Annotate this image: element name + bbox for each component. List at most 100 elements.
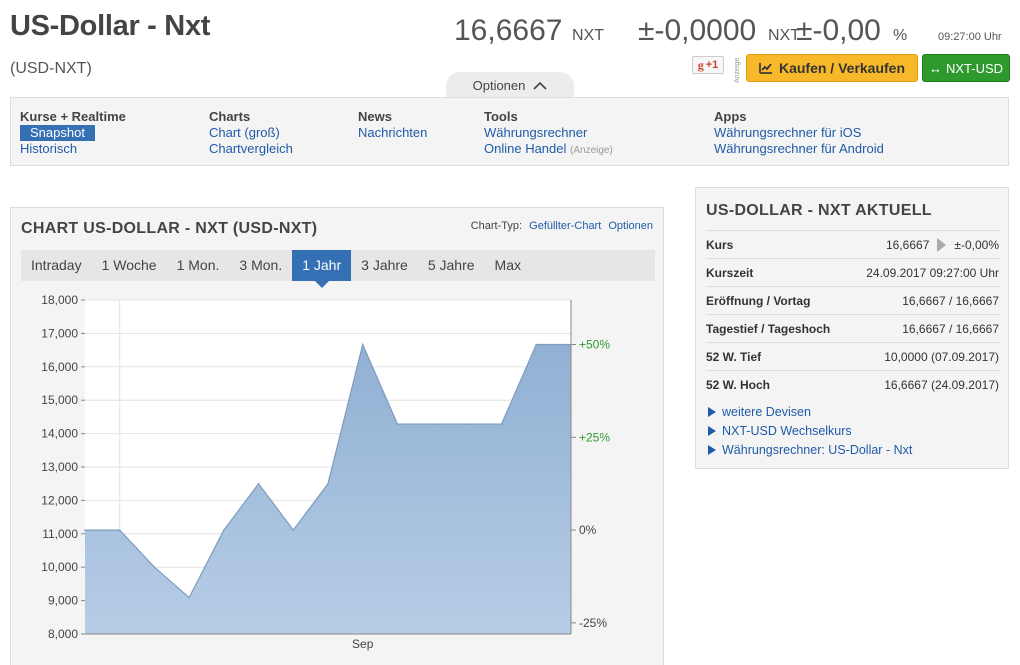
price-change: ±-0,0000 xyxy=(638,14,757,47)
google-plus-icon: g xyxy=(697,57,704,72)
buy-sell-label: Kaufen / Verkaufen xyxy=(778,60,906,76)
quote-value: 16,6667 (24.09.2017) xyxy=(884,377,999,392)
y-tick-label: 16,000 xyxy=(41,360,78,374)
right-tick-label: +25% xyxy=(579,430,610,444)
options-toggle[interactable]: Optionen xyxy=(446,72,574,98)
data-point xyxy=(361,343,364,346)
chart-type-link[interactable]: Gefüllter-Chart xyxy=(529,220,601,232)
link-wechselkurs[interactable]: NXT-USD Wechselkurs xyxy=(708,424,852,438)
right-tick-label: -25% xyxy=(579,616,607,630)
invert-pair-button[interactable]: ↔ NXT-USD xyxy=(922,54,1010,82)
y-tick-label: 9,000 xyxy=(48,594,78,608)
y-tick-label: 10,000 xyxy=(41,560,78,574)
right-tick-label: 0% xyxy=(579,523,597,537)
y-tick-label: 11,000 xyxy=(42,527,78,541)
chevron-up-icon xyxy=(533,81,547,90)
data-point xyxy=(327,482,329,485)
triangle-right-icon xyxy=(708,407,716,417)
x-tick-label: Sep xyxy=(352,637,374,651)
nav-column-apps: Apps Währungsrechner für iOS Währungsrec… xyxy=(714,109,884,157)
quote-row-52w-tief: 52 W. Tief 10,0000 (07.09.2017) xyxy=(706,342,999,370)
nav-heading-tools: Tools xyxy=(484,109,518,124)
data-point xyxy=(118,529,121,531)
range-tab-1-monat[interactable]: 1 Mon. xyxy=(167,250,230,281)
nav-heading-kurse: Kurse + Realtime xyxy=(20,109,126,124)
neutral-arrow-icon xyxy=(937,237,947,252)
quote-panel: US-DOLLAR - NXT AKTUELL Kurs 16,6667 ±-0… xyxy=(695,187,1009,469)
data-point xyxy=(535,343,538,346)
range-tab-3-monate[interactable]: 3 Mon. xyxy=(229,250,292,281)
chart-range-tabs: Intraday 1 Woche 1 Mon. 3 Mon. 1 Jahr 3 … xyxy=(21,250,655,288)
nav-heading-news: News xyxy=(358,109,392,124)
chart-panel: CHART US-DOLLAR - NXT (USD-NXT) Chart-Ty… xyxy=(10,207,664,665)
chart-trend-icon xyxy=(759,63,772,74)
range-tab-intraday[interactable]: Intraday xyxy=(21,250,92,281)
link-label: NXT-USD Wechselkurs xyxy=(722,424,852,438)
price-chart[interactable]: 8,000 9,000 10,000 11,000 12,000 13,000 14,000… xyxy=(11,290,663,665)
right-tick-label: +50% xyxy=(579,338,610,352)
quote-row-kurs: Kurs 16,6667 ±-0,00% xyxy=(706,230,999,258)
range-tab-3-jahre[interactable]: 3 Jahre xyxy=(351,250,418,281)
quote-row-52w-hoch: 52 W. Hoch 16,6667 (24.09.2017) xyxy=(706,370,999,398)
y-tick-label: 14,000 xyxy=(41,427,78,441)
page-title: US-Dollar - Nxt xyxy=(10,10,211,42)
symbol-label: (USD-NXT) xyxy=(10,60,92,77)
quote-time: 09:27:00 Uhr xyxy=(938,31,1002,43)
y-tick-label: 13,000 xyxy=(41,460,78,474)
nav-link-online-handel[interactable]: Online Handel xyxy=(484,141,566,156)
nav-column-news: News Nachrichten xyxy=(358,109,427,141)
range-tab-1-jahr[interactable]: 1 Jahr xyxy=(292,250,352,288)
nav-link-snapshot[interactable]: Snapshot xyxy=(20,125,95,141)
data-point xyxy=(396,423,399,425)
nav-heading-apps: Apps xyxy=(714,109,747,124)
chart-type-selector: Chart-Typ: Gefüllter-Chart Optionen xyxy=(471,220,653,232)
data-point xyxy=(223,529,225,531)
invert-pair-label: NXT-USD xyxy=(945,60,1004,76)
link-label: Währungsrechner: US-Dollar - Nxt xyxy=(722,443,913,457)
link-weitere-devisen[interactable]: weitere Devisen xyxy=(708,405,811,419)
range-tab-5-jahre[interactable]: 5 Jahre xyxy=(418,250,485,281)
quote-change: ±-0,00% xyxy=(954,237,999,252)
options-label: Optionen xyxy=(472,77,526,93)
nav-link-app-ios[interactable]: Währungsrechner für iOS xyxy=(714,125,884,141)
y-tick-label: 18,000 xyxy=(41,293,78,307)
quote-row-kurszeit: Kurszeit 24.09.2017 09:27:00 Uhr xyxy=(706,258,999,286)
ad-label: Anzeige xyxy=(734,57,741,83)
y-tick-label: 15,000 xyxy=(41,393,78,407)
triangle-right-icon xyxy=(708,445,716,455)
data-point xyxy=(257,482,260,485)
quote-value: 24.09.2017 09:27:00 Uhr xyxy=(866,265,999,280)
range-tab-max[interactable]: Max xyxy=(485,250,531,281)
nav-link-app-android[interactable]: Währungsrechner für Android xyxy=(714,141,884,157)
quote-label: Kurszeit xyxy=(706,265,754,280)
nav-link-chart-gross[interactable]: Chart (groß) xyxy=(209,125,293,141)
buy-sell-button[interactable]: Kaufen / Verkaufen xyxy=(746,54,918,82)
nav-link-waehrungsrechner[interactable]: Währungsrechner xyxy=(484,125,613,141)
price-unit: NXT xyxy=(572,27,604,44)
chart-type-label: Chart-Typ: xyxy=(470,220,523,232)
data-point xyxy=(466,423,468,425)
y-tick-label: 8,000 xyxy=(48,627,78,641)
nav-link-nachrichten[interactable]: Nachrichten xyxy=(358,125,427,141)
quote-panel-title: US-DOLLAR - NXT AKTUELL xyxy=(706,202,932,219)
nav-link-chartvergleich[interactable]: Chartvergleich xyxy=(209,141,293,157)
link-label: weitere Devisen xyxy=(722,405,811,419)
percent-change: ±-0,00 xyxy=(796,14,881,47)
quote-label: 52 W. Tief xyxy=(706,349,762,364)
google-plus-button[interactable]: g +1 xyxy=(692,56,724,74)
quote-label: 52 W. Hoch xyxy=(706,377,771,392)
quote-label: Eröffnung / Vortag xyxy=(706,293,811,308)
link-waehrungsrechner[interactable]: Währungsrechner: US-Dollar - Nxt xyxy=(708,443,912,457)
range-tab-1-woche[interactable]: 1 Woche xyxy=(92,250,167,281)
quote-value-group: 16,6667 ±-0,00% xyxy=(886,237,999,252)
quote-label: Kurs xyxy=(706,237,734,252)
nav-link-historisch[interactable]: Historisch xyxy=(20,141,126,157)
nav-column-kurse: Kurse + Realtime Snapshot Historisch xyxy=(20,109,126,157)
chart-options-link[interactable]: Optionen xyxy=(608,220,653,232)
quote-value: 16,6667 xyxy=(886,237,930,252)
data-point xyxy=(292,529,295,531)
quote-value: 16,6667 / 16,6667 xyxy=(902,293,999,308)
nav-column-charts: Charts Chart (groß) Chartvergleich xyxy=(209,109,293,157)
nav-heading-charts: Charts xyxy=(209,109,251,124)
nav-column-tools: Tools Währungsrechner Online Handel (Anz… xyxy=(484,109,613,159)
